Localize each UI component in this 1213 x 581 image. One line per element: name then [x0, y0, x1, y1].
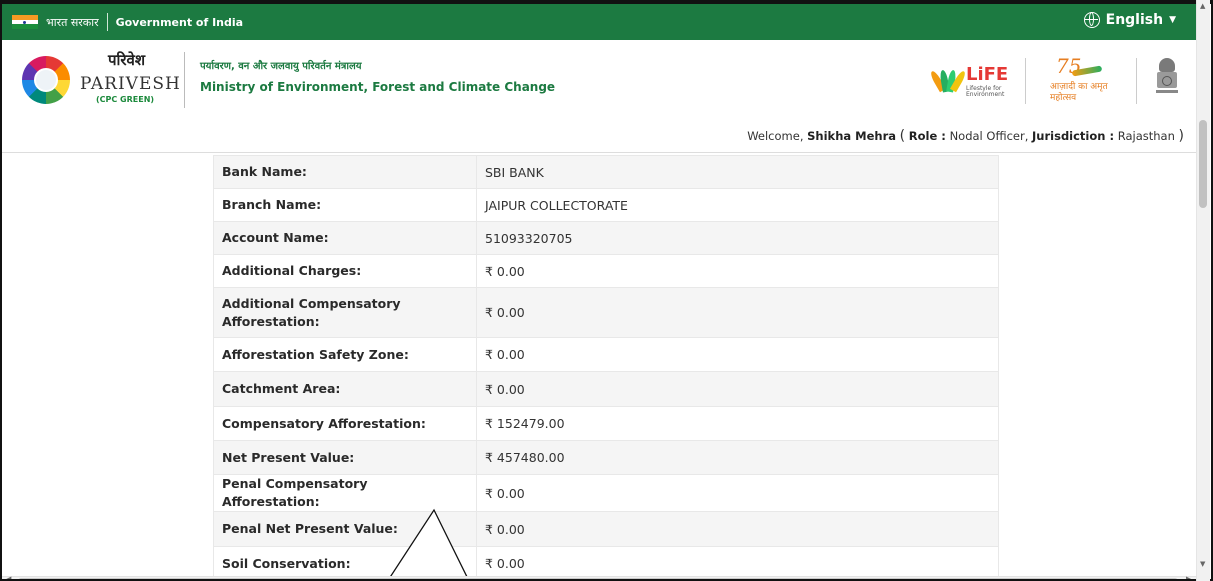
table-row: Catchment Area: ₹ 0.00	[213, 371, 999, 407]
table-row: Penal Net Present Value: ₹ 0.00	[213, 511, 999, 547]
detail-label: Soil Conservation:	[213, 546, 477, 576]
caret-down-icon: ▼	[1169, 15, 1176, 25]
detail-label: Compensatory Afforestation:	[213, 406, 477, 441]
table-row: Account Name: 51093320705	[213, 221, 999, 255]
ministry-english: Ministry of Environment, Forest and Clim…	[200, 80, 556, 94]
detail-value: ₹ 0.00	[476, 546, 999, 576]
table-row: Bank Name: SBI BANK	[213, 155, 999, 189]
detail-value: ₹ 0.00	[476, 371, 999, 407]
detail-value: ₹ 152479.00	[476, 406, 999, 441]
table-row: Soil Conservation: ₹ 0.00	[213, 546, 999, 576]
table-row: Additional Compensatory Afforestation: ₹ …	[213, 287, 999, 338]
scroll-right-icon[interactable]: ▶	[1186, 575, 1191, 579]
globe-icon	[1083, 12, 1100, 28]
detail-value: ₹ 0.00	[476, 474, 999, 512]
detail-label: Afforestation Safety Zone:	[213, 337, 477, 372]
table-row: Additional Charges: ₹ 0.00	[213, 254, 999, 288]
detail-label: Additional Compensatory Afforestation:	[213, 287, 477, 338]
detail-value: SBI BANK	[476, 155, 999, 189]
table-row: Afforestation Safety Zone: ₹ 0.00	[213, 337, 999, 372]
gov-hindi-label: भारत सरकार	[46, 15, 99, 29]
life-logo: LiFE Lifestyle for Environment	[928, 64, 1012, 98]
scroll-left-icon[interactable]: ◀	[6, 575, 11, 579]
jurisdiction-label: Jurisdiction :	[1032, 129, 1115, 143]
payment-details-table: Bank Name: SBI BANK Branch Name: JAIPUR CO…	[213, 155, 999, 576]
brand-subtitle: (CPC GREEN)	[96, 95, 155, 104]
india-flag-icon	[12, 15, 38, 30]
language-selector[interactable]: English ▼	[1083, 12, 1176, 28]
ministry-hindi: पर्यावरण, वन और जलवायु परिवर्तन मंत्रालय	[200, 61, 362, 72]
role-value: Nodal Officer,	[949, 129, 1029, 143]
detail-label: Penal Net Present Value:	[213, 511, 477, 547]
detail-value: ₹ 0.00	[476, 287, 999, 338]
gov-divider	[106, 13, 108, 31]
table-row: Compensatory Afforestation: ₹ 152479.00	[213, 406, 999, 441]
table-row: Net Present Value: ₹ 457480.00	[213, 440, 999, 475]
browser-frame: भारत सरकार Government of India English ▼…	[0, 0, 1213, 581]
logo-divider	[1136, 58, 1137, 104]
life-subtitle: Lifestyle for Environment	[966, 85, 1005, 98]
table-row: Branch Name: JAIPUR COLLECTORATE	[213, 188, 999, 222]
detail-label: Additional Charges:	[213, 254, 477, 288]
detail-value: JAIPUR COLLECTORATE	[476, 188, 999, 222]
detail-label: Catchment Area:	[213, 371, 477, 407]
table-row: Penal Compensatory Afforestation: ₹ 0.00	[213, 474, 999, 512]
detail-value: ₹ 0.00	[476, 254, 999, 288]
horizontal-scrollbar[interactable]: ◀ ▶	[2, 575, 1198, 579]
detail-value: ₹ 0.00	[476, 511, 999, 547]
site-header: परिवेश PARIVESH (CPC GREEN) पर्यावरण, वन…	[2, 40, 1198, 153]
detail-value: 51093320705	[476, 221, 999, 255]
life-title: LiFE	[966, 64, 1009, 85]
scroll-up-icon[interactable]: ▲	[1200, 2, 1205, 10]
vertical-scrollbar[interactable]: ▲ ▼	[1196, 0, 1210, 581]
national-emblem-icon	[1156, 58, 1178, 100]
azadi-text: आज़ादी का अमृत महोत्सव	[1050, 82, 1108, 103]
vertical-scroll-thumb[interactable]	[1199, 120, 1207, 208]
jurisdiction-value: Rajasthan	[1117, 129, 1175, 143]
azadi-logo: 75 आज़ादी का अमृत महोत्सव	[1050, 54, 1120, 108]
brand-hindi: परिवेश	[108, 51, 146, 69]
detail-value: ₹ 0.00	[476, 337, 999, 372]
gov-english-label: Government of India	[115, 15, 244, 29]
user-name: Shikha Mehra	[807, 129, 897, 143]
government-bar: भारत सरकार Government of India English ▼	[2, 4, 1198, 40]
detail-label: Bank Name:	[213, 155, 477, 189]
brand-english: PARIVESH	[80, 74, 181, 94]
payment-details-panel: Bank Name: SBI BANK Branch Name: JAIPUR CO…	[2, 153, 1198, 576]
welcome-prefix: Welcome,	[747, 129, 804, 143]
detail-label: Branch Name:	[213, 188, 477, 222]
detail-value: ₹ 457480.00	[476, 440, 999, 475]
life-leaf-icon	[928, 66, 968, 93]
brand-divider	[184, 52, 185, 108]
role-label: Role :	[908, 129, 946, 143]
detail-label: Account Name:	[213, 221, 477, 255]
detail-label: Penal Compensatory Afforestation:	[213, 474, 477, 512]
detail-label: Net Present Value:	[213, 440, 477, 475]
logo-divider	[1025, 58, 1026, 104]
language-label: English	[1105, 12, 1164, 28]
parivesh-logo-icon[interactable]	[22, 56, 70, 104]
welcome-text: Welcome, Shikha Mehra ( Role : Nodal Off…	[747, 128, 1184, 144]
scroll-down-icon[interactable]: ▼	[1200, 560, 1205, 568]
